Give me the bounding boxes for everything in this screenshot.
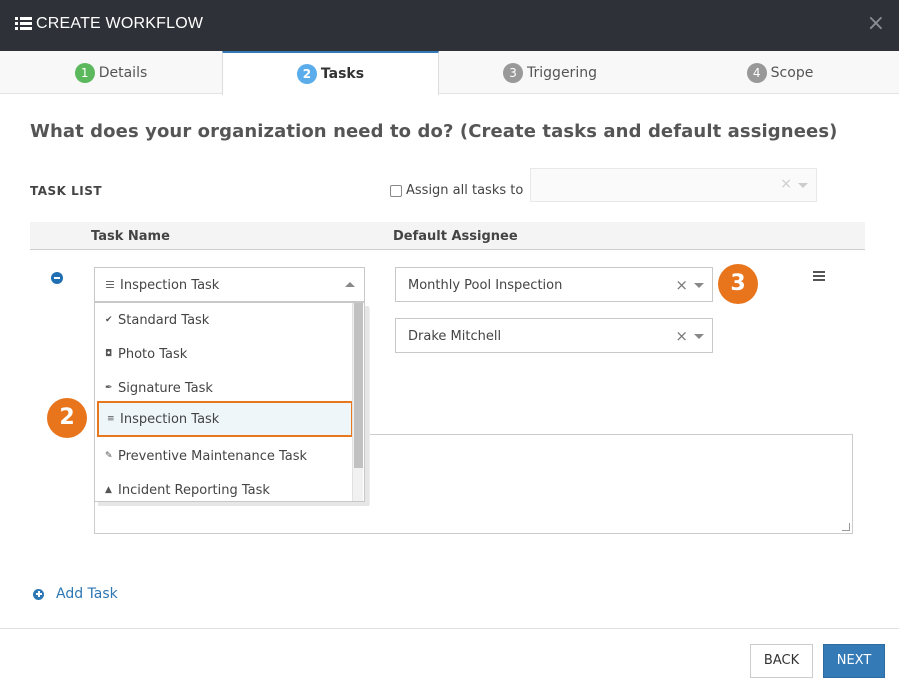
step-number: 3 xyxy=(503,62,524,83)
column-task-name: Task Name xyxy=(91,229,170,244)
assign-all-select[interactable]: × xyxy=(530,168,817,202)
step-number: 1 xyxy=(74,62,95,83)
checkbox-icon[interactable] xyxy=(390,184,402,197)
camera-icon: ◘ xyxy=(105,349,113,359)
option-label: Signature Task xyxy=(118,380,213,396)
dropdown-option[interactable]: ✒ Signature Task xyxy=(95,371,352,405)
drag-handle-icon[interactable] xyxy=(813,271,825,282)
wizard-tabs: 1 Details 2 Tasks 3 Triggering 4 Scope xyxy=(0,51,899,95)
plus-circle-icon xyxy=(33,588,44,600)
back-button[interactable]: BACK xyxy=(750,644,813,678)
chevron-up-icon xyxy=(345,282,355,287)
tab-triggering[interactable]: 3 Triggering xyxy=(439,51,661,94)
warning-icon: ▲ xyxy=(105,485,112,495)
close-icon[interactable]: × xyxy=(867,13,885,35)
next-button[interactable]: NEXT xyxy=(823,644,885,678)
assignee-select-2[interactable]: Drake Mitchell × xyxy=(395,318,713,353)
task-type-value: Inspection Task xyxy=(120,278,220,293)
wrench-icon: ✎ xyxy=(105,451,113,461)
task-type-select[interactable]: Inspection Task xyxy=(94,267,365,302)
dropdown-option[interactable]: ✔ Standard Task xyxy=(95,303,352,337)
tab-details[interactable]: 1 Details xyxy=(0,51,222,94)
tab-label: Scope xyxy=(770,64,814,81)
chevron-down-icon xyxy=(694,283,704,288)
task-table-header: Task Name Default Assignee xyxy=(30,222,865,250)
lines-icon xyxy=(106,281,114,288)
pen-icon: ✒ xyxy=(105,383,113,393)
chevron-down-icon xyxy=(694,334,704,339)
tab-scope[interactable]: 4 Scope xyxy=(661,51,899,94)
tab-tasks[interactable]: 2 Tasks xyxy=(222,51,439,95)
page-heading: What does your organization need to do? … xyxy=(30,121,838,142)
assign-all-label: Assign all tasks to xyxy=(406,183,524,198)
dropdown-scrollbar[interactable] xyxy=(352,303,363,501)
option-label: Standard Task xyxy=(118,312,210,328)
step-badge-2: 2 xyxy=(47,398,87,438)
dropdown-option-selected[interactable]: ≡ Inspection Task xyxy=(97,401,353,437)
add-task-label: Add Task xyxy=(56,586,118,602)
option-label: Preventive Maintenance Task xyxy=(118,448,308,464)
column-default-assignee: Default Assignee xyxy=(393,229,518,244)
lines-icon: ≡ xyxy=(107,414,115,424)
step-number: 2 xyxy=(296,64,317,84)
footer-divider xyxy=(0,628,899,629)
option-label: Incident Reporting Task xyxy=(118,482,270,498)
dropdown-option[interactable]: ✎ Preventive Maintenance Task xyxy=(95,439,352,473)
add-task-button[interactable]: Add Task xyxy=(33,586,118,602)
clear-icon[interactable]: × xyxy=(675,327,688,345)
step-badge-3: 3 xyxy=(718,264,758,304)
task-list-label: TASK LIST xyxy=(30,184,103,198)
assignee-value: Drake Mitchell xyxy=(408,329,502,344)
clear-icon[interactable]: × xyxy=(780,176,792,192)
clear-icon[interactable]: × xyxy=(675,276,688,294)
remove-task-icon[interactable] xyxy=(51,272,63,284)
tab-label: Details xyxy=(98,64,148,81)
modal-title: CREATE WORKFLOW xyxy=(36,15,204,32)
dropdown-option[interactable]: ◘ Photo Task xyxy=(95,337,352,371)
modal-header: CREATE WORKFLOW × xyxy=(0,0,899,51)
resize-handle-icon[interactable] xyxy=(842,523,850,531)
assignee-value: Monthly Pool Inspection xyxy=(408,278,563,293)
task-type-dropdown: ✔ Standard Task ◘ Photo Task ✒ Signature… xyxy=(94,302,365,502)
option-label: Inspection Task xyxy=(120,411,220,427)
assign-all-checkbox[interactable]: Assign all tasks to xyxy=(390,183,523,198)
dropdown-option[interactable]: ▲ Incident Reporting Task xyxy=(95,473,352,501)
tab-label: Tasks xyxy=(320,66,365,82)
option-label: Photo Task xyxy=(118,346,188,362)
list-icon xyxy=(15,17,32,31)
step-number: 4 xyxy=(746,62,767,83)
assignee-select-1[interactable]: Monthly Pool Inspection × xyxy=(395,267,713,302)
chevron-down-icon xyxy=(798,183,808,188)
dropdown-shadow xyxy=(365,308,370,505)
tab-label: Triggering xyxy=(527,64,597,81)
check-badge-icon: ✔ xyxy=(105,315,113,325)
scrollbar-thumb[interactable] xyxy=(354,303,363,468)
